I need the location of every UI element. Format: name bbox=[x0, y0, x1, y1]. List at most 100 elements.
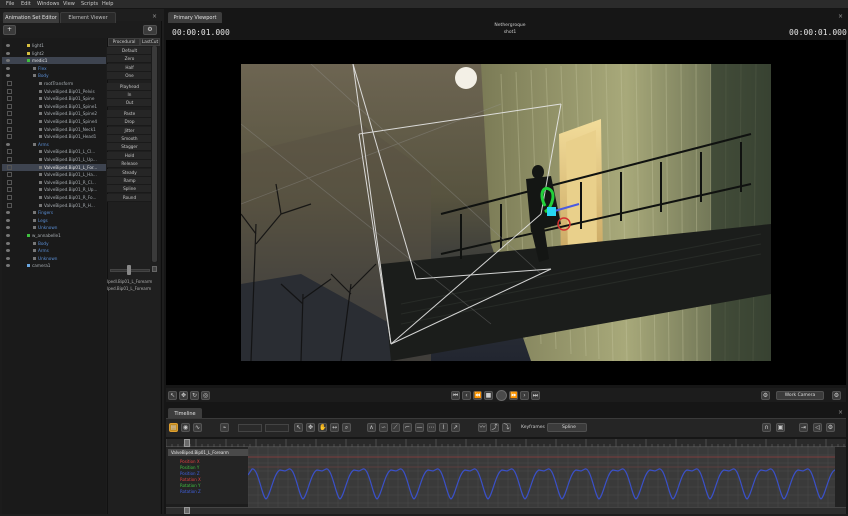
play-button[interactable] bbox=[496, 390, 507, 401]
procedural-out-button[interactable]: Out bbox=[107, 99, 152, 108]
checkbox[interactable] bbox=[7, 111, 12, 117]
procedural-zero-button[interactable]: Zero bbox=[107, 55, 152, 64]
tangent-spline-icon[interactable]: ∽ bbox=[379, 423, 388, 432]
time-field[interactable] bbox=[238, 424, 262, 432]
timeline-mode-icon[interactable]: ▤ bbox=[169, 423, 178, 432]
checkbox[interactable] bbox=[7, 149, 12, 155]
prev-key-icon[interactable]: ‹ bbox=[462, 391, 471, 400]
tree-row-group[interactable]: Unknown bbox=[2, 255, 106, 262]
procedural-jitter-button[interactable]: Jitter bbox=[107, 126, 152, 135]
select-tool-icon[interactable]: ↖ bbox=[168, 391, 177, 400]
pan-icon[interactable]: ✋ bbox=[318, 423, 327, 432]
tree-row-item[interactable]: ValveBiped.Bip01_L_Ha... bbox=[2, 171, 106, 178]
go-to-end-icon[interactable]: ⏭ bbox=[531, 391, 540, 400]
interpolation-select[interactable]: Spline bbox=[547, 423, 587, 432]
visibility-icon[interactable]: ◁ bbox=[813, 423, 822, 432]
next-key-icon[interactable]: › bbox=[520, 391, 529, 400]
time-ruler[interactable] bbox=[165, 439, 846, 447]
tree-row-item[interactable]: rootTransform bbox=[2, 80, 106, 87]
tree-row-item[interactable]: ValveBiped.Bip01_R_H... bbox=[2, 202, 106, 209]
checkbox[interactable] bbox=[7, 134, 12, 140]
checkbox[interactable] bbox=[7, 164, 12, 170]
tree-row-item[interactable]: ValveBiped.Bip01_Spine4 bbox=[2, 118, 106, 125]
playhead-marker-bottom[interactable] bbox=[184, 507, 190, 514]
rotate-tool-icon[interactable]: ↻ bbox=[190, 391, 199, 400]
graph-scrollbar[interactable] bbox=[835, 447, 846, 514]
scrollbar-thumb[interactable] bbox=[152, 46, 157, 262]
tangent-linear-icon[interactable]: ⟋ bbox=[391, 423, 400, 432]
playhead-marker[interactable] bbox=[184, 439, 190, 447]
procedural-half-button[interactable]: Half bbox=[107, 63, 152, 72]
stop-icon[interactable]: ■ bbox=[484, 391, 493, 400]
tree-row-model[interactable]: medic1 bbox=[2, 57, 106, 65]
tree-row-item[interactable]: ValveBiped.Bip01_Spine bbox=[2, 95, 106, 102]
curve-name[interactable]: Rotation Y bbox=[180, 483, 200, 488]
visibility-icon[interactable] bbox=[6, 256, 10, 260]
checkbox[interactable] bbox=[7, 96, 12, 102]
procedural-in-button[interactable]: In bbox=[107, 91, 152, 99]
tree-row-item[interactable]: ValveBiped.Bip01_Spine1 bbox=[2, 103, 106, 110]
viewport-gear-icon[interactable]: ⚙ bbox=[832, 391, 841, 400]
graph-editor-icon[interactable]: ∿ bbox=[193, 423, 202, 432]
visibility-icon[interactable] bbox=[6, 226, 10, 230]
checkbox[interactable] bbox=[7, 172, 12, 178]
camera-settings-icon[interactable]: ⚙ bbox=[761, 391, 770, 400]
procedural-hold-button[interactable]: Hold bbox=[107, 151, 152, 160]
close-icon[interactable]: × bbox=[838, 409, 843, 416]
select-icon[interactable]: ↖ bbox=[294, 423, 303, 432]
menu-help[interactable]: Help bbox=[102, 1, 113, 7]
tree-row-item[interactable]: ValveBiped.Bip01_Pelvis bbox=[2, 88, 106, 95]
tree-row-light[interactable]: light1 bbox=[2, 42, 106, 49]
scale-icon[interactable]: ↔ bbox=[330, 423, 339, 432]
tangent-auto-icon[interactable]: ∧ bbox=[367, 423, 376, 432]
tangent-flat-icon[interactable]: — bbox=[415, 423, 424, 432]
tree-row-group[interactable]: Body bbox=[2, 72, 106, 79]
orbit-tool-icon[interactable]: ◎ bbox=[201, 391, 210, 400]
tree-row-item[interactable]: ValveBiped.Bip01_Neck1 bbox=[2, 126, 106, 133]
motion-editor-icon[interactable]: ◉ bbox=[181, 423, 190, 432]
tangent-weight-icon[interactable]: ↗ bbox=[451, 423, 460, 432]
procedural-spline-button[interactable]: Spline bbox=[107, 185, 152, 194]
tab-animation-set-editor[interactable]: Animation Set Editor bbox=[3, 12, 59, 23]
control-item[interactable]: lped.Bip01_L_Forearm bbox=[107, 285, 160, 292]
checkbox[interactable] bbox=[7, 81, 12, 86]
checkbox[interactable] bbox=[7, 187, 12, 193]
tangent-break-icon[interactable]: ⋯ bbox=[427, 423, 436, 432]
visibility-icon[interactable] bbox=[6, 264, 10, 268]
menu-edit[interactable]: Edit bbox=[21, 1, 31, 7]
visibility-icon[interactable] bbox=[6, 218, 10, 222]
procedural-paste-button[interactable]: Paste bbox=[107, 109, 152, 118]
work-camera-button[interactable]: Work Camera bbox=[776, 391, 824, 400]
visibility-icon[interactable] bbox=[6, 241, 10, 245]
tangent-unify-icon[interactable]: ⌇ bbox=[439, 423, 448, 432]
curve-name[interactable]: Rotation X bbox=[180, 477, 201, 482]
curve-name[interactable]: Rotation Z bbox=[180, 489, 201, 494]
visibility-icon[interactable] bbox=[6, 249, 10, 253]
visibility-icon[interactable] bbox=[6, 51, 10, 55]
time-field[interactable] bbox=[265, 424, 289, 432]
menu-windows[interactable]: Windows bbox=[37, 1, 59, 7]
scene-render[interactable] bbox=[241, 64, 771, 361]
menu-scripts[interactable]: Scripts bbox=[81, 1, 98, 7]
curve-group-header[interactable]: ValveBiped.Bip01_L_Forearm bbox=[168, 449, 248, 456]
tree-row-group[interactable]: Legs bbox=[2, 217, 106, 224]
add-button[interactable]: + bbox=[3, 25, 16, 35]
frame-all-icon[interactable]: ⇥ bbox=[799, 423, 808, 432]
checkbox[interactable] bbox=[7, 119, 12, 124]
move-tool-icon[interactable]: ✥ bbox=[179, 391, 188, 400]
tab-element-viewer[interactable]: Element Viewer bbox=[60, 12, 116, 23]
procedural-release-button[interactable]: Release bbox=[107, 160, 152, 169]
tree-row-item[interactable]: ValveBiped.Bip01_R_Up... bbox=[2, 186, 106, 193]
procedural-steady-button[interactable]: Steady bbox=[107, 168, 152, 177]
visibility-icon[interactable] bbox=[6, 74, 10, 78]
tree-row-group[interactable]: Flex bbox=[2, 65, 106, 72]
procedural-smooth-button[interactable]: Smooth bbox=[107, 135, 152, 143]
curve-name[interactable]: Position Z bbox=[180, 471, 200, 476]
tangent-step-icon[interactable]: ⌐ bbox=[403, 423, 412, 432]
tree-row-light[interactable]: light2 bbox=[2, 50, 106, 57]
tree-row-item[interactable]: ValveBiped.Bip01_R_Cl... bbox=[2, 179, 106, 186]
prev-frame-icon[interactable]: ⏪ bbox=[473, 391, 482, 400]
checkbox[interactable] bbox=[7, 126, 12, 132]
checkbox[interactable] bbox=[7, 157, 12, 162]
close-icon[interactable]: × bbox=[838, 13, 843, 20]
